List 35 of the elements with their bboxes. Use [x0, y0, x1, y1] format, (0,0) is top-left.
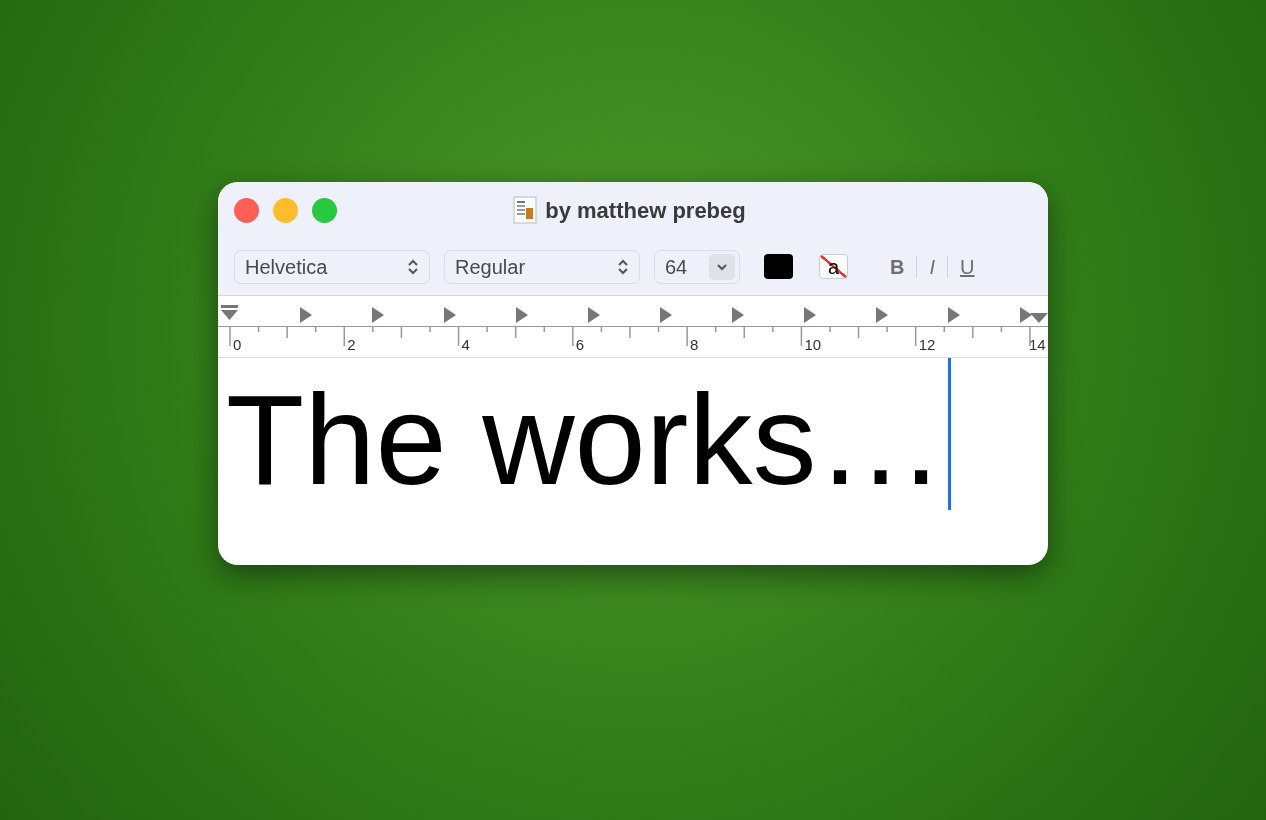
caret-icon [709, 253, 735, 280]
left-margin-marker-icon[interactable] [221, 305, 238, 320]
typeface-dropdown[interactable]: Regular [444, 249, 640, 284]
ruler-label: 4 [461, 336, 470, 353]
font-size-combo[interactable]: 64 [654, 249, 740, 284]
tab-stop-icon[interactable] [516, 307, 528, 323]
tab-stop-icon[interactable] [300, 307, 312, 323]
ruler-label: 8 [690, 336, 699, 353]
window-title: by matthew prebeg [545, 196, 746, 225]
chevron-icon [407, 257, 419, 276]
text-color-well[interactable] [764, 254, 793, 279]
ruler-label: 14 [1029, 336, 1046, 353]
tab-stop-icon[interactable] [444, 307, 456, 323]
right-margin-marker-icon[interactable] [1030, 313, 1048, 323]
tab-stop-icon[interactable] [732, 307, 744, 323]
tab-stop-icon[interactable] [948, 307, 960, 323]
tab-stop-icon[interactable] [876, 307, 888, 323]
ruler-label: 10 [804, 336, 822, 353]
chevron-icon [617, 257, 629, 276]
ruler-label: 6 [575, 336, 585, 353]
tab-stop-icon[interactable] [588, 307, 600, 323]
bold-button[interactable]: B [884, 251, 911, 282]
tab-stop-icon[interactable] [804, 307, 816, 323]
ruler-label: 12 [918, 336, 936, 353]
underline-button[interactable]: U [954, 251, 981, 282]
italic-button[interactable]: I [923, 251, 941, 282]
font-family-dropdown[interactable]: Helvetica [234, 249, 430, 284]
document-text: The works… [226, 376, 945, 504]
document-icon [513, 196, 538, 224]
tab-stop-icon[interactable] [1020, 307, 1032, 323]
close-button[interactable] [234, 197, 259, 223]
ruler-label: 0 [233, 336, 242, 353]
ruler-label: 2 [347, 336, 356, 353]
tab-stop-icon[interactable] [660, 307, 672, 323]
tab-stop-icon[interactable] [372, 307, 384, 323]
